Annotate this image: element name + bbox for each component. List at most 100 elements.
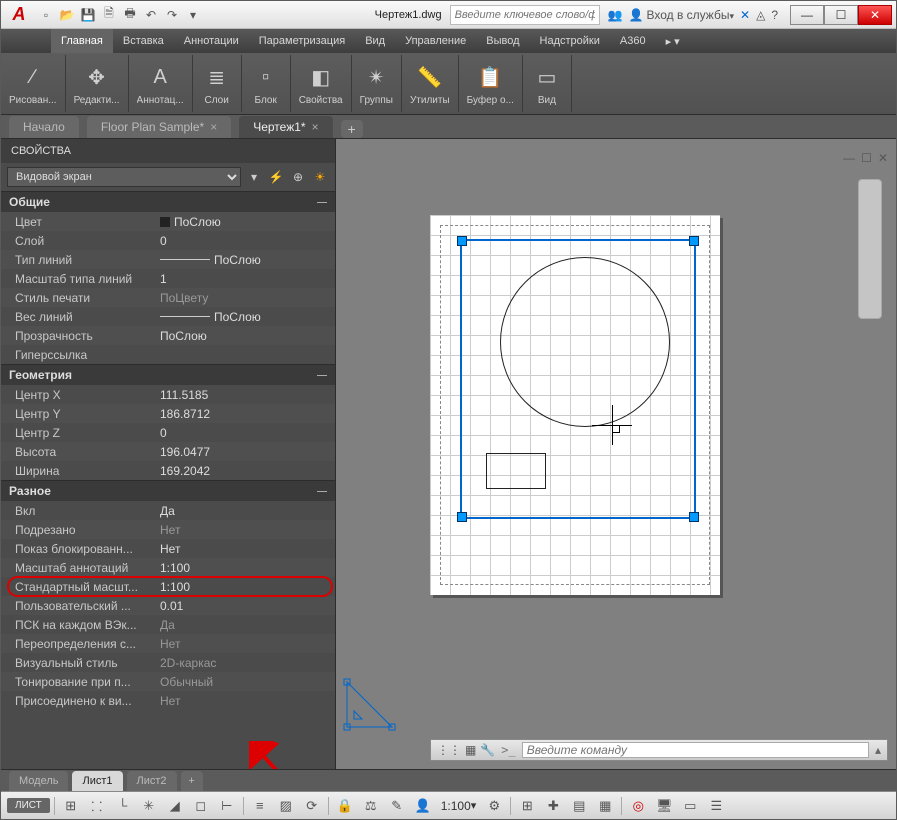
cleanscreen-icon[interactable]: ▭ [678, 795, 702, 817]
new-layout-button[interactable]: + [181, 771, 203, 791]
property-row[interactable]: Переопределения с...Нет [1, 634, 335, 653]
menu-вставка[interactable]: Вставка [113, 29, 174, 53]
autoscale-icon[interactable]: ✎ [385, 795, 409, 817]
menu-управление[interactable]: Управление [395, 29, 476, 53]
property-row[interactable]: ПСК на каждом ВЭк...Да [1, 615, 335, 634]
property-value-cell[interactable]: ПоСлою [160, 329, 335, 343]
save-icon[interactable]: 💾 [79, 6, 97, 24]
redo-icon[interactable]: ↷ [163, 6, 181, 24]
space-mode-button[interactable]: ЛИСТ [7, 798, 50, 813]
property-value-cell[interactable]: 111.5185 [160, 388, 335, 402]
grip-top-right[interactable] [689, 236, 699, 246]
property-value-cell[interactable]: 0 [160, 234, 335, 248]
property-row[interactable]: Масштаб типа линий1 [1, 269, 335, 288]
dropdown-icon[interactable]: ▾ [245, 168, 263, 186]
category-header[interactable]: Геометрия— [1, 364, 335, 385]
property-value-cell[interactable]: 0 [160, 426, 335, 440]
menu-вывод[interactable]: Вывод [476, 29, 529, 53]
maximize-button[interactable]: ☐ [824, 5, 858, 25]
property-value-cell[interactable]: ПоСлою [160, 310, 335, 324]
print-icon[interactable]: 🖶 [121, 6, 139, 24]
doctab[interactable]: Начало [9, 116, 79, 138]
layout-tab[interactable]: Модель [9, 771, 68, 791]
property-value-cell[interactable]: Нет [160, 523, 335, 537]
isolate-icon[interactable]: ◎ [626, 795, 650, 817]
navigation-bar[interactable] [858, 179, 882, 319]
toggle-pim-icon[interactable]: ☀ [311, 168, 329, 186]
help-icon[interactable]: ? [771, 8, 778, 22]
menu-overflow-icon[interactable]: ▸ ▾ [656, 29, 690, 53]
new-tab-button[interactable]: + [341, 120, 363, 138]
properties-selector[interactable]: Видовой экран [7, 167, 241, 187]
grip-bottom-left[interactable] [457, 512, 467, 522]
property-value-cell[interactable]: Нет [160, 637, 335, 651]
cmd-drag-icon[interactable]: ⋮⋮ [437, 743, 461, 757]
property-value-cell[interactable]: Нет [160, 694, 335, 708]
viewport-close-icon[interactable]: ✕ [878, 151, 888, 165]
search-input[interactable] [450, 5, 600, 25]
menu-главная[interactable]: Главная [51, 29, 113, 53]
viewport-maximize-icon[interactable]: ☐ [861, 151, 872, 165]
property-value-cell[interactable]: 169.2042 [160, 464, 335, 478]
category-header[interactable]: Общие— [1, 191, 335, 212]
featured-icon[interactable]: ◬ [756, 8, 765, 22]
layout-tab[interactable]: Лист1 [72, 771, 122, 791]
scale-display[interactable]: 1:100 ▾ [437, 799, 481, 813]
property-value-cell[interactable]: 0.01 [160, 599, 335, 613]
qat-more-icon[interactable]: ▾ [184, 6, 202, 24]
lineweight-icon[interactable]: ≡ [248, 795, 272, 817]
cmd-config-icon[interactable]: 🔧 [480, 743, 495, 757]
collapse-icon[interactable]: — [317, 486, 327, 497]
menu-аннотации[interactable]: Аннотации [174, 29, 249, 53]
annotation-monitor-icon[interactable]: ✚ [541, 795, 565, 817]
signin-button[interactable]: 👤Вход в службы▾ [629, 8, 734, 22]
property-row[interactable]: Вес линийПоСлою [1, 307, 335, 326]
qprops-icon[interactable]: ▦ [593, 795, 617, 817]
property-row[interactable]: Стандартный масшт...1:100 [1, 577, 335, 596]
menu-надстройки[interactable]: Надстройки [530, 29, 610, 53]
cmd-up-icon[interactable]: ▴ [875, 743, 881, 757]
property-value-cell[interactable]: 186.8712 [160, 407, 335, 421]
property-value-cell[interactable]: Да [160, 618, 335, 632]
property-row[interactable]: Слой0 [1, 231, 335, 250]
ortho-icon[interactable]: └ [111, 795, 135, 817]
property-row[interactable]: ПрозрачностьПоСлою [1, 326, 335, 345]
property-row[interactable]: Гиперссылка [1, 345, 335, 364]
property-row[interactable]: Стиль печатиПоЦвету [1, 288, 335, 307]
category-header[interactable]: Разное— [1, 480, 335, 501]
menu-вид[interactable]: Вид [355, 29, 395, 53]
menu-a360[interactable]: A360 [610, 29, 656, 53]
ribbon-group-text[interactable]: AАннотац... [129, 55, 193, 112]
layout-canvas[interactable]: — ☐ ✕ [336, 139, 896, 769]
polar-icon[interactable]: ✳ [137, 795, 161, 817]
property-value-cell[interactable]: 1:100 [160, 580, 335, 594]
undo-icon[interactable]: ↶ [142, 6, 160, 24]
cmd-recent-icon[interactable]: ▦ [465, 743, 476, 757]
property-row[interactable]: ВклДа [1, 501, 335, 520]
open-icon[interactable]: 📂 [58, 6, 76, 24]
property-row[interactable]: Визуальный стиль2D-каркас [1, 653, 335, 672]
property-row[interactable]: Центр Y186.8712 [1, 404, 335, 423]
property-value-cell[interactable]: 1 [160, 272, 335, 286]
ribbon-group-util[interactable]: 📏Утилиты [402, 55, 459, 112]
doctab[interactable]: Чертеж1*× [239, 116, 332, 138]
property-value-cell[interactable]: ПоЦвету [160, 291, 335, 305]
viewport-frame[interactable] [460, 239, 696, 519]
property-value-cell[interactable]: 1:100 [160, 561, 335, 575]
command-line[interactable]: ⋮⋮ ▦ 🔧 >_ ▴ [430, 739, 888, 761]
property-row[interactable]: Тонирование при п...Обычный [1, 672, 335, 691]
property-value-cell[interactable]: Да [160, 504, 335, 518]
grip-bottom-right[interactable] [689, 512, 699, 522]
snap-mode-icon[interactable]: ⸬ [85, 795, 109, 817]
new-icon[interactable]: ▫ [37, 6, 55, 24]
property-row[interactable]: Центр X111.5185 [1, 385, 335, 404]
menu-параметризация[interactable]: Параметризация [249, 29, 355, 53]
quick-select-icon[interactable]: ⚡ [267, 168, 285, 186]
property-value-cell[interactable]: ПоСлою [160, 253, 335, 267]
ribbon-group-line[interactable]: ∕Рисован... [1, 55, 66, 112]
collapse-icon[interactable]: — [317, 197, 327, 208]
property-row[interactable]: Тип линийПоСлою [1, 250, 335, 269]
units-icon[interactable]: ▤ [567, 795, 591, 817]
saveas-icon[interactable]: 🗎 [100, 6, 118, 24]
grid-mode-icon[interactable]: ⊞ [59, 795, 83, 817]
